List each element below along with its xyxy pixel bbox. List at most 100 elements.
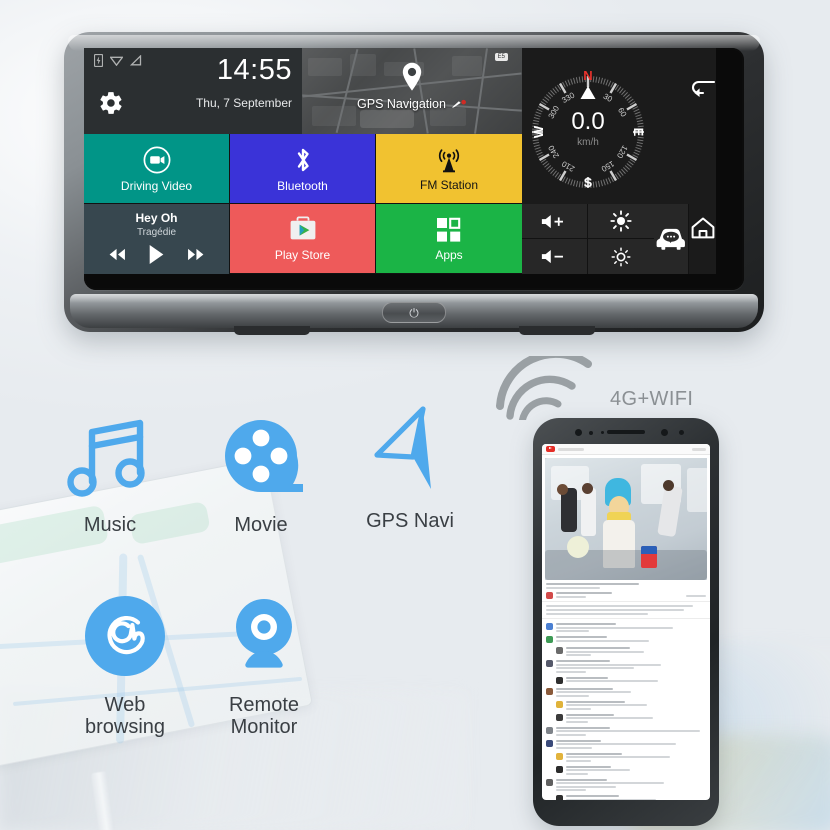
tile-label: FM Station xyxy=(419,177,479,192)
location-pin-icon xyxy=(402,62,422,91)
webcam-icon xyxy=(236,599,292,668)
navigation-arrow-icon xyxy=(374,406,431,489)
tile-bluetooth[interactable]: Bluetooth xyxy=(230,134,376,204)
list-item[interactable] xyxy=(542,634,710,645)
map-pin-marker xyxy=(399,62,425,97)
brightness-up-button[interactable] xyxy=(588,204,654,239)
feature-icon-wrap xyxy=(83,588,167,684)
feature-gps-navi[interactable]: GPS Navi xyxy=(346,404,474,532)
at-sign-circle-icon xyxy=(85,596,165,676)
gps-navigation-label: GPS Navigation xyxy=(357,97,446,111)
feature-label: Movie xyxy=(234,514,288,536)
gps-navigation-label-row: GPS Navigation xyxy=(357,96,467,112)
list-item[interactable] xyxy=(542,699,710,712)
phone-sensor-3 xyxy=(679,430,684,435)
tile-fm-station[interactable]: FM Station xyxy=(376,134,522,204)
music-player-tile[interactable]: Hey Oh Tragédie xyxy=(84,204,230,274)
compass-needle xyxy=(580,86,596,99)
feature-web-browsing[interactable]: Web browsing xyxy=(58,588,192,739)
speaker-plus-icon xyxy=(541,214,563,228)
tile-driving-video[interactable]: Driving Video xyxy=(84,134,230,204)
list-item[interactable] xyxy=(542,712,710,725)
compass-north: N xyxy=(583,68,592,83)
power-icon: ⏻ xyxy=(409,305,419,320)
list-item[interactable] xyxy=(542,686,710,699)
list-item[interactable] xyxy=(542,658,710,675)
radio-tower-icon xyxy=(438,148,460,172)
next-icon[interactable] xyxy=(186,248,205,261)
compass-speed-unit: km/h xyxy=(577,137,599,148)
feature-label: Web browsing xyxy=(85,694,165,739)
gps-navigation-panel[interactable]: E5 GPS Navigation xyxy=(302,48,522,134)
status-bar xyxy=(94,54,142,67)
quick-button-grid xyxy=(522,204,654,274)
home-icon xyxy=(691,217,714,239)
device-foot-right xyxy=(519,326,595,335)
feature-label-line2: Monitor xyxy=(230,716,298,739)
connectivity-label: 4G+WIFI xyxy=(610,388,694,410)
list-item[interactable] xyxy=(542,675,710,686)
bluetooth-icon xyxy=(297,148,309,171)
gear-icon xyxy=(100,92,122,114)
tile-play-store[interactable]: Play Store xyxy=(230,204,376,274)
phone-sensor xyxy=(589,431,593,435)
device-foot-left xyxy=(234,326,310,335)
compass-degree-label: 330 xyxy=(560,90,577,105)
car-assistant-column xyxy=(654,48,689,274)
compass-degree-label: 30 xyxy=(602,92,615,105)
list-item[interactable] xyxy=(542,621,710,634)
feature-label: Music xyxy=(83,514,137,536)
compass-panel[interactable]: 30 60 120 150 210 240 300 330 N E S W 0.0 km/h xyxy=(522,48,654,204)
device-bottom-bar: ⏻ xyxy=(70,294,758,328)
compass-degree-label: 210 xyxy=(560,159,577,174)
film-reel-icon xyxy=(225,420,303,492)
list-item[interactable] xyxy=(542,777,710,794)
list-item[interactable] xyxy=(542,751,710,764)
music-controls xyxy=(84,244,229,265)
clock-date: Thu, 7 September xyxy=(195,96,292,110)
settings-button[interactable] xyxy=(98,90,124,121)
ui-left-column: 14:55 Thu, 7 September E5 GPS Navigation… xyxy=(84,48,522,274)
list-item[interactable] xyxy=(542,725,710,738)
list-item[interactable] xyxy=(542,764,710,777)
video-camera-circle-icon xyxy=(143,146,170,173)
feature-label-line1: Web xyxy=(104,694,146,716)
feature-icon-wrap xyxy=(361,404,459,500)
brightness-down-button[interactable] xyxy=(588,239,654,274)
play-store-icon xyxy=(290,216,315,239)
play-icon[interactable] xyxy=(147,244,165,265)
speaker-minus-icon xyxy=(541,249,563,264)
back-button[interactable] xyxy=(689,78,716,100)
feature-label: GPS Navi xyxy=(366,510,454,532)
car-assistant-button[interactable] xyxy=(654,204,689,274)
video-thumbnail[interactable] xyxy=(545,458,707,580)
feature-remote-monitor[interactable]: Remote Monitor xyxy=(198,588,330,739)
comments-list[interactable] xyxy=(542,619,710,800)
sun-bright-icon xyxy=(610,210,632,232)
feature-music[interactable]: Music xyxy=(46,408,174,536)
feature-label: Remote Monitor xyxy=(229,694,299,739)
power-button[interactable]: ⏻ xyxy=(382,302,446,323)
list-item[interactable] xyxy=(542,645,710,658)
tile-label: Driving Video xyxy=(120,178,193,193)
back-arrow-icon xyxy=(691,80,715,97)
volume-up-button[interactable] xyxy=(522,204,588,239)
feature-movie[interactable]: Movie xyxy=(198,408,324,536)
previous-icon[interactable] xyxy=(108,248,127,261)
clock-panel[interactable]: 14:55 Thu, 7 September xyxy=(84,48,302,134)
map-road-badge: E5 xyxy=(494,53,508,61)
list-item[interactable] xyxy=(542,738,710,751)
feature-label-line2: browsing xyxy=(84,716,166,739)
satellite-dish-icon xyxy=(451,96,467,112)
feature-icon-wrap xyxy=(215,408,307,504)
home-button[interactable] xyxy=(689,216,716,240)
list-item[interactable] xyxy=(542,793,710,800)
feature-icon-wrap xyxy=(64,408,156,504)
tile-apps[interactable]: Apps xyxy=(376,204,522,274)
wifi-arcs-icon xyxy=(494,349,594,428)
phone-screen[interactable] xyxy=(542,444,710,800)
feature-icon-wrap xyxy=(222,588,306,684)
sun-dim-icon xyxy=(611,246,631,267)
volume-down-button[interactable] xyxy=(522,239,588,274)
ui-right-column: 30 60 120 150 210 240 300 330 N E S W 0.0 km/h xyxy=(522,48,654,274)
